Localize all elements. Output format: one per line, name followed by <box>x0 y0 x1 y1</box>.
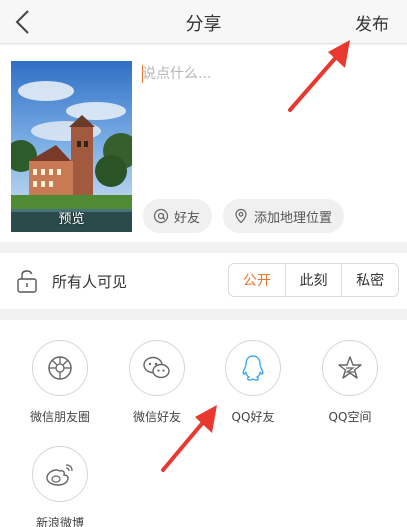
share-wechat-friends-label: 微信好友 <box>132 410 181 424</box>
share-wechat-friends[interactable]: 微信好友 <box>112 340 202 425</box>
qq-icon-circle <box>225 340 281 396</box>
post-text-input[interactable] <box>142 63 397 173</box>
share-wechat-moments-label: 微信朋友圈 <box>29 410 90 424</box>
page-title: 分享 <box>185 14 222 35</box>
visibility-label: 所有人可见 <box>52 273 128 291</box>
visibility-row: 所有人可见 公开 此刻 私密 <box>0 253 407 309</box>
wechat-icon <box>143 356 170 379</box>
share-qzone[interactable]: QQ空间 <box>305 340 395 425</box>
visibility-selector: 公开 此刻 私密 <box>228 263 399 297</box>
qzone-icon-circle <box>322 340 378 396</box>
visibility-option-moment[interactable]: 此刻 <box>284 264 342 296</box>
photo-preview[interactable]: 预览 <box>11 61 132 232</box>
share-weibo-label: 新浪微博 <box>35 516 84 527</box>
mention-friends-button[interactable]: 好友 <box>143 199 213 233</box>
share-weibo[interactable]: 新浪微博 <box>15 446 105 527</box>
mention-friends-label: 好友 <box>174 210 201 226</box>
add-location-button[interactable]: 添加地理位置 <box>223 199 345 233</box>
publish-button[interactable]: 发布 <box>355 10 389 35</box>
share-targets: 微信朋友圈 微信好友 QQ好友 QQ空间 新浪微博 <box>0 320 407 527</box>
wechat-icon-circle <box>129 340 185 396</box>
visibility-option-public[interactable]: 公开 <box>229 264 285 296</box>
weibo-icon-circle <box>32 446 88 502</box>
add-location-label: 添加地理位置 <box>254 210 333 226</box>
weibo-icon <box>46 464 73 486</box>
qzone-icon <box>338 356 362 379</box>
castle-photo <box>11 61 132 232</box>
share-qq-friends-label: QQ好友 <box>231 410 275 424</box>
unlock-icon <box>17 270 37 293</box>
visibility-option-private[interactable]: 私密 <box>341 264 398 296</box>
wechat-moments-icon <box>48 356 72 380</box>
at-icon <box>153 208 169 224</box>
compose-area: 预览 好友 添加地理位置 <box>0 45 407 242</box>
top-bar: 分享 发布 <box>0 0 407 44</box>
share-qzone-label: QQ空间 <box>328 410 372 424</box>
share-wechat-moments[interactable]: 微信朋友圈 <box>15 340 105 425</box>
share-qq-friends[interactable]: QQ好友 <box>208 340 298 425</box>
preview-label: 预览 <box>58 212 85 227</box>
wechat-moments-icon-circle <box>32 340 88 396</box>
qq-icon <box>242 355 264 381</box>
location-pin-icon <box>235 208 247 224</box>
